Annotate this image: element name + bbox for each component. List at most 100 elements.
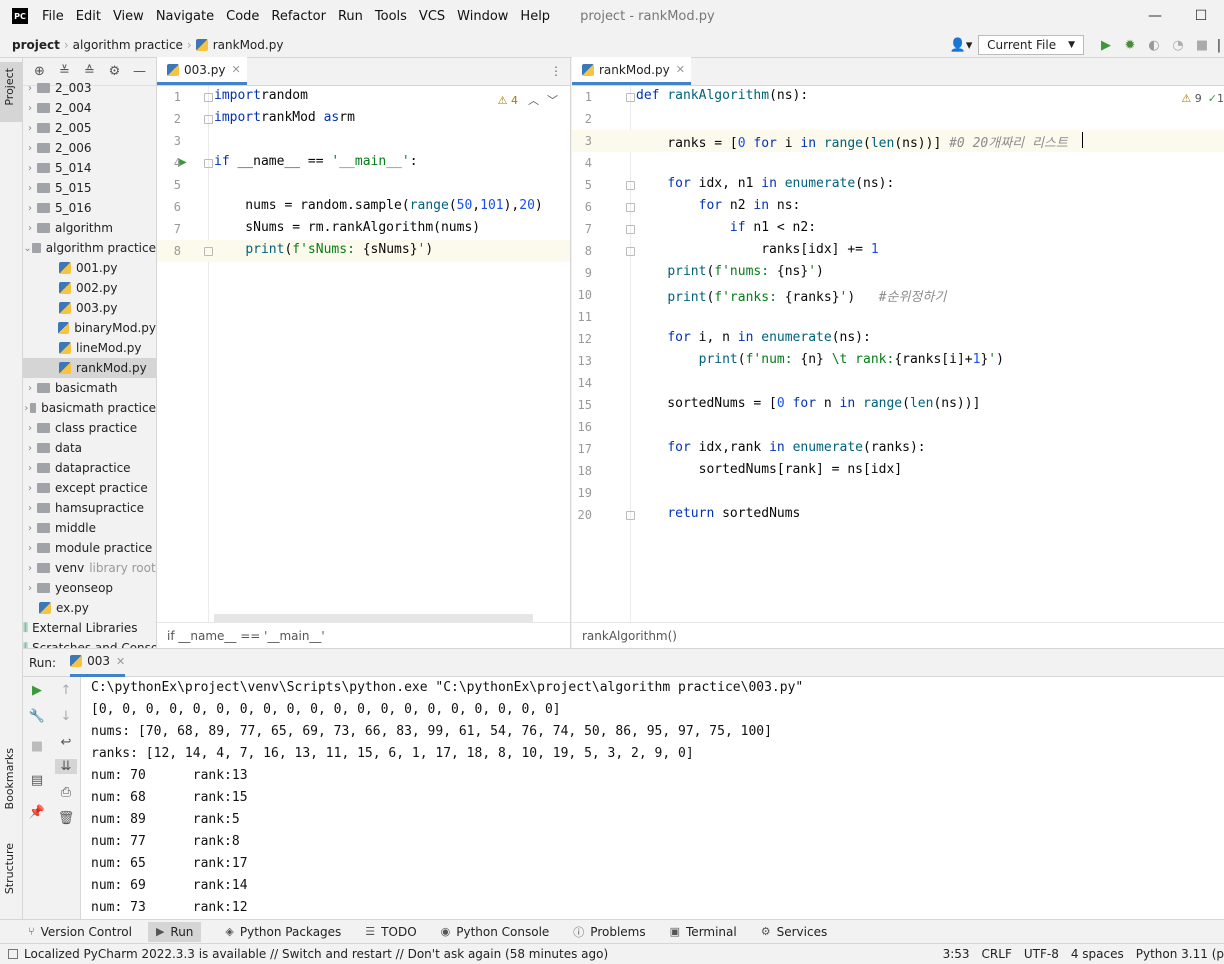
tab-003-py[interactable]: 003.py ✕ bbox=[157, 57, 247, 85]
tool-services[interactable]: ⚙ Services bbox=[761, 925, 827, 939]
tree-folder[interactable]: ⫼ External Libraries bbox=[23, 618, 156, 638]
editor-breadcrumb[interactable]: rankAlgorithm() bbox=[572, 622, 1224, 648]
tree-file[interactable]: ex.py bbox=[23, 598, 156, 618]
user-icon[interactable]: 👤▾ bbox=[944, 38, 978, 53]
run-icon[interactable]: ▶ bbox=[1094, 38, 1118, 53]
chevron-right-icon[interactable]: › bbox=[23, 83, 37, 94]
print-icon[interactable]: ⎙ bbox=[55, 785, 77, 800]
debug-icon[interactable]: ✹ bbox=[1118, 38, 1142, 53]
interpreter[interactable]: Python 3.11 (p bbox=[1136, 947, 1224, 961]
tree-folder[interactable]: › 5_016 bbox=[23, 198, 156, 218]
tree-folder[interactable]: › 2_006 bbox=[23, 138, 156, 158]
menu-tools[interactable]: Tools bbox=[375, 9, 407, 24]
tree-folder[interactable]: ⫼Scratches and Consoles bbox=[23, 638, 156, 648]
fold-marker-icon[interactable] bbox=[626, 511, 635, 520]
chevron-right-icon[interactable]: › bbox=[23, 183, 37, 194]
menu-refactor[interactable]: Refactor bbox=[271, 9, 326, 24]
chevron-right-icon[interactable]: › bbox=[23, 403, 30, 414]
tree-file[interactable]: 001.py bbox=[23, 258, 156, 278]
fold-marker-icon[interactable] bbox=[204, 247, 213, 256]
chevron-right-icon[interactable]: › bbox=[23, 203, 37, 214]
tree-folder[interactable]: ⌄ algorithm practice bbox=[23, 238, 156, 258]
menu-navigate[interactable]: Navigate bbox=[156, 9, 214, 24]
tree-folder[interactable]: › datapractice bbox=[23, 458, 156, 478]
tool-version-control[interactable]: ⑂ Version Control bbox=[28, 925, 132, 939]
chevron-right-icon[interactable]: › bbox=[23, 543, 37, 554]
bookmarks-tool-button[interactable]: Bookmarks bbox=[3, 748, 16, 809]
gear-icon[interactable]: ⚙ bbox=[102, 64, 127, 79]
tree-folder[interactable]: › 2_005 bbox=[23, 118, 156, 138]
tab-rankmod-py[interactable]: rankMod.py ✕ bbox=[572, 57, 691, 85]
chevron-right-icon[interactable]: › bbox=[23, 103, 37, 114]
overflow-icon[interactable]: | bbox=[1214, 38, 1224, 53]
editor-breadcrumb[interactable]: if __name__ == '__main__' bbox=[157, 622, 570, 648]
chevron-right-icon[interactable]: › bbox=[23, 163, 37, 174]
crumb-project[interactable]: project bbox=[12, 38, 60, 52]
fold-marker-icon[interactable] bbox=[626, 203, 635, 212]
project-tool-button[interactable]: Project bbox=[0, 62, 23, 122]
chevron-right-icon[interactable]: › bbox=[23, 503, 37, 514]
profile-icon[interactable]: ◔ bbox=[1166, 38, 1190, 53]
stop-icon[interactable]: ■ bbox=[26, 739, 48, 754]
chevron-right-icon[interactable]: › bbox=[23, 423, 37, 434]
pin-icon[interactable]: 📌 bbox=[26, 805, 48, 820]
tree-file[interactable]: lineMod.py bbox=[23, 338, 156, 358]
fold-marker-icon[interactable] bbox=[626, 181, 635, 190]
tree-folder[interactable]: › 2_004 bbox=[23, 98, 156, 118]
close-icon[interactable]: ✕ bbox=[676, 63, 685, 76]
hide-icon[interactable]: — bbox=[127, 64, 152, 79]
tree-file[interactable]: 003.py bbox=[23, 298, 156, 318]
fold-marker-icon[interactable] bbox=[626, 93, 635, 102]
chevron-right-icon[interactable]: › bbox=[23, 123, 37, 134]
structure-tool-button[interactable]: Structure bbox=[3, 843, 16, 894]
down-arrow-icon[interactable]: ↓ bbox=[55, 709, 77, 724]
chevron-right-icon[interactable]: › bbox=[23, 223, 37, 234]
stop-icon[interactable]: ■ bbox=[1190, 38, 1214, 53]
tool-todo[interactable]: ☰ TODO bbox=[365, 925, 416, 939]
status-message[interactable]: Localized PyCharm 2022.3.3 is available … bbox=[24, 947, 608, 961]
crumb-file[interactable]: rankMod.py bbox=[195, 38, 283, 52]
tree-folder[interactable]: › except practice bbox=[23, 478, 156, 498]
tool-python-packages[interactable]: ◈ Python Packages bbox=[225, 925, 341, 939]
tree-folder[interactable]: › 2_003 bbox=[23, 78, 156, 98]
horizontal-scrollbar[interactable] bbox=[214, 614, 533, 622]
chevron-up-icon[interactable]: ︿ bbox=[528, 92, 539, 108]
crumb-folder[interactable]: algorithm practice bbox=[73, 38, 183, 52]
chevron-right-icon[interactable]: › bbox=[23, 483, 37, 494]
tree-folder[interactable]: › venv library root bbox=[23, 558, 156, 578]
chevron-right-icon[interactable]: › bbox=[23, 563, 37, 574]
chevron-down-icon[interactable]: ﹀ bbox=[547, 92, 558, 108]
chevron-right-icon[interactable]: › bbox=[23, 463, 37, 474]
close-icon[interactable]: ✕ bbox=[231, 63, 240, 76]
collapse-all-icon[interactable]: ≙ bbox=[77, 64, 102, 79]
tool-run[interactable]: ▶ Run bbox=[147, 921, 202, 942]
menu-run[interactable]: Run bbox=[338, 9, 363, 24]
tree-folder[interactable]: › 5_015 bbox=[23, 178, 156, 198]
tool-python-console[interactable]: ◉ Python Console bbox=[441, 925, 550, 939]
scroll-to-end-icon[interactable]: ⇊ bbox=[55, 759, 77, 774]
run-config-select[interactable]: Current File ▼ bbox=[978, 35, 1084, 55]
tree-folder[interactable]: › middle bbox=[23, 518, 156, 538]
inspection-widget[interactable]: ⚠ 4 ︿ ﹀ bbox=[498, 92, 558, 108]
console-output[interactable]: C:\pythonEx\project\venv\Scripts\python.… bbox=[91, 677, 1224, 919]
menu-window[interactable]: Window bbox=[457, 9, 508, 24]
fold-marker-icon[interactable] bbox=[204, 93, 213, 102]
minimize-icon[interactable]: — bbox=[1132, 8, 1178, 24]
tree-file[interactable]: binaryMod.py bbox=[23, 318, 156, 338]
tree-file[interactable]: 002.py bbox=[23, 278, 156, 298]
wrench-icon[interactable]: 🔧 bbox=[26, 709, 48, 724]
maximize-icon[interactable]: ☐ bbox=[1178, 8, 1224, 24]
trash-icon[interactable]: 🗑 bbox=[55, 811, 77, 826]
chevron-down-icon[interactable]: ⌄ bbox=[23, 243, 32, 254]
fold-marker-icon[interactable] bbox=[204, 115, 213, 124]
layout-icon[interactable]: ▤ bbox=[26, 773, 48, 788]
tree-file[interactable]: rankMod.py bbox=[23, 358, 156, 378]
tree-folder[interactable]: › hamsupractice bbox=[23, 498, 156, 518]
run-tab-003[interactable]: 003 ✕ bbox=[70, 649, 126, 677]
menu-code[interactable]: Code bbox=[226, 9, 259, 24]
tree-folder[interactable]: › yeonseop bbox=[23, 578, 156, 598]
tree-folder[interactable]: › data bbox=[23, 438, 156, 458]
code-area[interactable]: ⚠ 4 ︿ ﹀ ▶ 1 importrandom 2 importrankMod as… bbox=[157, 86, 570, 622]
tree-folder[interactable]: › class practice bbox=[23, 418, 156, 438]
coverage-icon[interactable]: ◐ bbox=[1142, 38, 1166, 53]
